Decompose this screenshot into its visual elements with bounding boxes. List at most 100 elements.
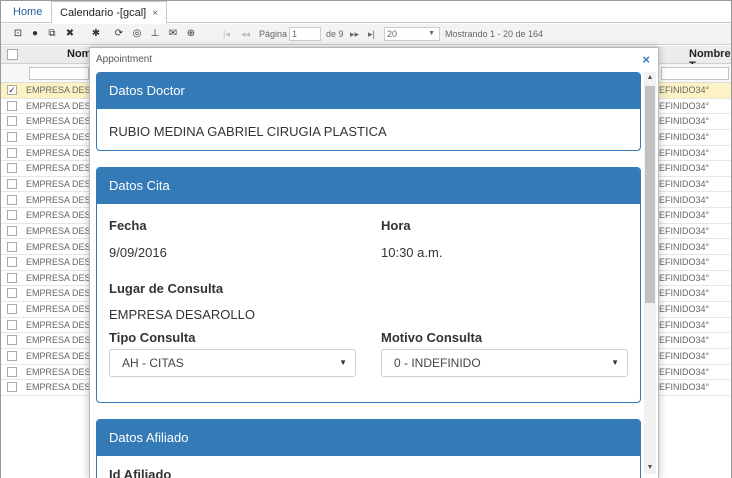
delete-icon[interactable]: ✖ — [63, 27, 77, 41]
tab-calendario[interactable]: Calendario -[gcal] × — [51, 1, 168, 24]
row-checkbox[interactable] — [7, 366, 17, 377]
row-checkbox[interactable] — [7, 100, 17, 111]
row-checkbox[interactable] — [7, 163, 17, 174]
rows-per-page-value: 20 — [387, 29, 398, 39]
cell-name: EMPRESA DESA — [26, 351, 97, 362]
tipo-consulta-label: Tipo Consulta — [109, 330, 196, 345]
row-checkbox[interactable] — [7, 131, 17, 142]
row-checkbox[interactable] — [7, 319, 17, 330]
tab-close-icon[interactable]: × — [152, 8, 158, 19]
row-checkbox[interactable] — [7, 210, 17, 221]
fecha-label: Fecha — [109, 218, 147, 233]
tipo-consulta-select[interactable]: AH - CITAS ▼ — [109, 349, 356, 377]
row-checkbox[interactable] — [7, 382, 17, 393]
scroll-thumb[interactable] — [645, 86, 655, 303]
cell-right: EFINIDO34° — [659, 210, 710, 221]
panel-heading: Datos Afiliado — [97, 420, 640, 456]
scroll-up-icon[interactable]: ▲ — [644, 72, 656, 84]
cell-name: EMPRESA DESA — [26, 257, 97, 268]
refresh-icon[interactable]: ⟳ — [112, 27, 126, 41]
next-page-icon[interactable]: ▸▸ — [350, 27, 359, 41]
cell-name: EMPRESA DESA — [26, 194, 97, 205]
cell-right: EFINIDO34° — [659, 194, 710, 205]
filter-input-name[interactable] — [29, 67, 89, 80]
cell-name: EMPRESA DESA — [26, 335, 97, 346]
panel-datos-doctor: Datos Doctor RUBIO MEDINA GABRIEL CIRUGI… — [96, 72, 641, 151]
row-checkbox[interactable] — [7, 116, 17, 127]
row-checkbox[interactable] — [7, 178, 17, 189]
pin-icon[interactable]: ⊥ — [148, 27, 162, 41]
clock-icon[interactable]: ● — [28, 27, 42, 41]
tipo-consulta-value: AH - CITAS — [122, 356, 184, 370]
page-input[interactable]: 1 — [289, 27, 321, 41]
rows-per-page-select[interactable]: 20 ▼ — [384, 27, 440, 41]
first-page-icon[interactable]: |◂ — [223, 27, 230, 41]
cell-right: EFINIDO34° — [659, 131, 710, 142]
motivo-consulta-select[interactable]: 0 - INDEFINIDO ▼ — [381, 349, 628, 377]
chevron-down-icon: ▼ — [428, 30, 435, 37]
showing-records: Mostrando 1 - 20 de 164 — [445, 29, 544, 39]
row-checkbox[interactable] — [7, 288, 17, 299]
cell-name: EMPRESA DESA — [26, 225, 97, 236]
cell-name: EMPRESA DESA — [26, 163, 97, 174]
panel-datos-afiliado: Datos Afiliado Id Afiliado — [96, 419, 641, 478]
cell-name: EMPRESA DESA — [26, 147, 97, 158]
panel-heading: Datos Doctor — [97, 73, 640, 109]
row-checkbox[interactable] — [7, 335, 17, 346]
row-checkbox[interactable] — [7, 147, 17, 158]
copy-icon[interactable]: ⧉ — [45, 27, 59, 41]
chevron-down-icon: ▼ — [339, 358, 347, 367]
close-icon[interactable]: × — [642, 52, 650, 67]
cell-name: EMPRESA DESA — [26, 272, 97, 283]
cell-name: EMPRESA DESA — [26, 382, 97, 393]
select-all-checkbox[interactable] — [7, 49, 18, 60]
row-checkbox[interactable] — [7, 351, 17, 362]
print-icon[interactable]: ⊡ — [11, 27, 25, 41]
cell-right: EFINIDO34° — [659, 288, 710, 299]
fecha-value: 9/09/2016 — [109, 245, 167, 260]
cell-right: EFINIDO34° — [659, 272, 710, 283]
cell-right: EFINIDO34° — [659, 116, 710, 127]
modal-body: Datos Doctor RUBIO MEDINA GABRIEL CIRUGI… — [90, 70, 658, 478]
row-checkbox[interactable] — [7, 272, 17, 283]
row-checkbox[interactable] — [7, 194, 17, 205]
cell-name: EMPRESA DESA — [26, 85, 97, 95]
scroll-down-icon[interactable]: ▼ — [644, 462, 656, 474]
lugar-label: Lugar de Consulta — [109, 281, 224, 296]
row-checkbox[interactable] — [7, 304, 17, 315]
row-checkbox[interactable] — [7, 241, 17, 252]
cell-name: EMPRESA DESA — [26, 100, 97, 111]
tab-calendario-label: Calendario -[gcal] — [60, 7, 147, 19]
chevron-down-icon: ▼ — [611, 358, 619, 367]
add-icon[interactable]: ⊕ — [184, 27, 198, 41]
modal-scrollbar[interactable]: ▲ ▼ — [644, 72, 656, 474]
settings-icon[interactable]: ✱ — [89, 27, 103, 41]
cell-name: EMPRESA DESA — [26, 210, 97, 221]
cell-name: EMPRESA DESA — [26, 131, 97, 142]
cell-right: EFINIDO34° — [659, 382, 710, 393]
prev-page-icon[interactable]: ◂◂ — [241, 27, 250, 41]
filter-input-right[interactable] — [661, 67, 729, 80]
cell-name: EMPRESA DESA — [26, 319, 97, 330]
row-checkbox[interactable] — [7, 257, 17, 268]
last-page-icon[interactable]: ▸| — [368, 27, 375, 41]
cell-name: EMPRESA DESA — [26, 241, 97, 252]
page-label: Página — [259, 29, 288, 39]
cell-right: EFINIDO34° — [659, 85, 710, 95]
row-checkbox[interactable] — [7, 225, 17, 236]
modal-title: Appointment — [96, 54, 153, 65]
comment-icon[interactable]: ◎ — [130, 27, 144, 41]
row-checkbox[interactable]: ✓ — [7, 85, 17, 95]
col-header-name[interactable]: Nom — [67, 48, 91, 60]
page-of-label: de 9 — [326, 29, 344, 39]
cell-right: EFINIDO34° — [659, 225, 710, 236]
lugar-value: EMPRESA DESAROLLO — [109, 307, 255, 322]
mail-icon[interactable]: ✉ — [166, 27, 180, 41]
motivo-consulta-label: Motivo Consulta — [381, 330, 483, 345]
doctor-name: RUBIO MEDINA GABRIEL CIRUGIA PLASTICA — [109, 124, 387, 139]
cell-name: EMPRESA DESA — [26, 366, 97, 377]
tab-home[interactable]: Home — [5, 1, 50, 23]
hora-value: 10:30 a.m. — [381, 245, 443, 260]
cell-right: EFINIDO34° — [659, 178, 710, 189]
cell-right: EFINIDO34° — [659, 147, 710, 158]
